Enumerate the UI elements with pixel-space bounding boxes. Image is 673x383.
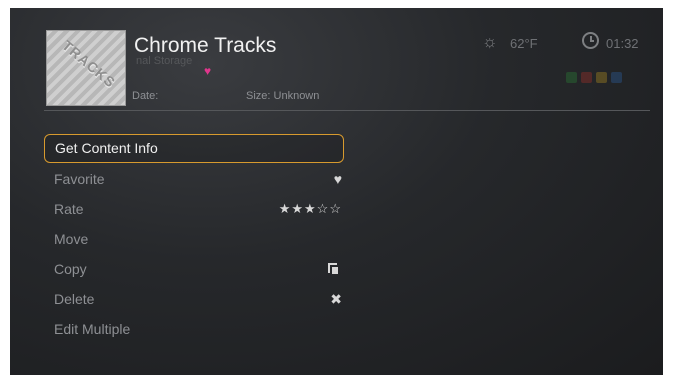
yellow-key xyxy=(596,72,607,83)
size-label: Size: Unknown xyxy=(246,90,320,102)
clock-icon xyxy=(582,32,599,49)
copy-icon xyxy=(328,263,340,276)
green-key xyxy=(566,72,577,83)
favorite-heart-icon: ♥ xyxy=(204,64,212,78)
menu-item-label: Favorite xyxy=(54,171,105,187)
header-divider xyxy=(44,110,650,111)
menu-item-label: Delete xyxy=(54,291,95,307)
menu-item-rate[interactable]: Rate ★★★☆☆ xyxy=(44,194,344,224)
clock-time: 01:32 xyxy=(606,36,639,51)
blue-key xyxy=(611,72,622,83)
red-key xyxy=(581,72,592,83)
menu-item-label: Edit Multiple xyxy=(54,321,131,337)
menu-item-get-content-info[interactable]: Get Content Info xyxy=(44,134,344,163)
options-menu: Get Content Info Favorite ♥ Rate ★★★☆☆ M… xyxy=(44,134,344,344)
heart-icon: ♥ xyxy=(333,171,342,187)
menu-item-delete[interactable]: Delete ✖ xyxy=(44,284,344,314)
menu-item-label: Rate xyxy=(54,201,84,217)
menu-item-move[interactable]: Move xyxy=(44,224,344,254)
menu-item-favorite[interactable]: Favorite ♥ xyxy=(44,164,344,194)
close-icon: ✖ xyxy=(330,291,342,307)
menu-item-copy[interactable]: Copy xyxy=(44,254,344,284)
menu-item-edit-multiple[interactable]: Edit Multiple xyxy=(44,314,344,344)
thumbnail-label: TRACKS xyxy=(59,37,119,91)
temperature: 62°F xyxy=(510,36,538,51)
color-key-legend xyxy=(566,72,622,83)
menu-item-label: Move xyxy=(54,231,89,247)
menu-item-label: Copy xyxy=(54,261,87,277)
album-thumbnail: TRACKS xyxy=(46,30,126,106)
sun-icon: ☼ xyxy=(482,32,498,51)
media-detail-screen: TRACKS Chrome Tracks nal Storage ♥ Date:… xyxy=(10,8,663,375)
menu-item-label: Get Content Info xyxy=(55,140,158,156)
rating-stars: ★★★☆☆ xyxy=(278,201,342,216)
date-label: Date: xyxy=(132,90,159,102)
storage-label: nal Storage xyxy=(136,55,193,67)
